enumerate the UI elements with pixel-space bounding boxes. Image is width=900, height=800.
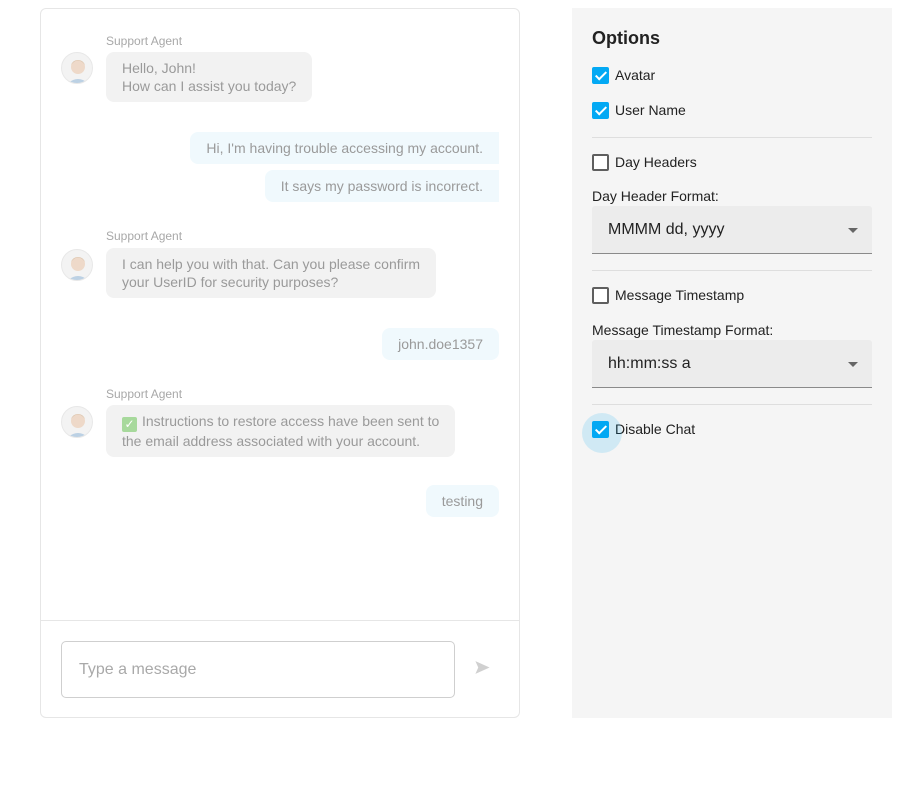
message-timestamp-option-label: Message Timestamp [615,287,745,303]
message-timestamp-checkbox[interactable] [592,286,609,304]
message-composer [41,620,519,717]
message-timestamp-format-label: Message Timestamp Format: [592,322,774,338]
message-text: Hello, John! [122,60,196,76]
outgoing-message-bubble: It says my password is incorrect. [264,170,499,202]
agent-avatar [61,249,93,281]
message-timestamp-format-select[interactable]: hh:mm:ss a [592,340,872,388]
disable-chat-option[interactable]: Disable Chat [582,412,696,453]
agent-name: Support Agent [106,229,183,243]
day-headers-option-label: Day Headers [615,154,697,170]
user-name-checkbox[interactable] [592,101,609,119]
dropdown-arrow-icon [848,362,858,367]
divider [592,137,872,138]
user-name-option-label: User Name [615,102,686,118]
message-text: your UserID for security purposes? [122,274,339,290]
message-text: john.doe1357 [398,336,483,352]
incoming-message-bubble: ✓ Instructions to restore access have bee… [106,405,456,457]
options-title: Options [592,28,660,48]
incoming-message-bubble: Hello, John! How can I assist you today? [106,52,313,102]
outgoing-message-bubble: Hi, I'm having trouble accessing my acco… [190,132,499,164]
message-text: the email address associated with your a… [122,433,421,449]
person-icon [68,60,88,83]
message-input[interactable] [61,641,455,698]
agent-name: Support Agent [106,387,183,401]
outgoing-message-bubble: john.doe1357 [382,328,499,360]
message-text: I can help you with that. Can you please… [122,256,421,272]
check-mark-icon: ✓ [122,417,137,432]
user-name-option[interactable]: User Name [592,100,686,120]
day-headers-option[interactable]: Day Headers [592,152,697,172]
options-panel: Options Avatar User Name Day Headers Day… [572,8,892,718]
chat-panel: Support Agent Hello, John! How can I ass… [40,8,520,718]
agent-avatar [61,406,93,438]
message-text: Instructions to restore access have been… [142,413,440,429]
person-icon [68,257,88,280]
message-line: ✓ Instructions to restore access have bee… [122,412,439,432]
send-button[interactable] [471,657,493,681]
divider [592,270,872,271]
select-value: hh:mm:ss a [608,355,691,372]
person-icon [68,414,88,437]
divider [592,404,872,405]
select-value: MMMM dd, yyyy [608,221,725,238]
avatar-option[interactable]: Avatar [592,65,655,85]
outgoing-message-bubble: testing [425,485,499,517]
disable-chat-option-label: Disable Chat [615,421,696,437]
day-header-format-label: Day Header Format: [592,188,719,204]
message-text: It says my password is incorrect. [280,178,483,194]
message-timestamp-option[interactable]: Message Timestamp [592,285,744,305]
send-icon [474,661,490,674]
message-text: testing [441,493,483,509]
focus-ring [582,412,622,453]
dropdown-arrow-icon [848,228,858,233]
day-header-format-select[interactable]: MMMM dd, yyyy [592,206,872,254]
message-list: Support Agent Hello, John! How can I ass… [41,9,519,620]
disable-chat-checkbox[interactable] [582,412,622,453]
message-text: How can I assist you today? [122,78,297,94]
avatar-option-label: Avatar [615,67,656,83]
agent-avatar [61,52,93,84]
incoming-message-bubble: I can help you with that. Can you please… [106,248,437,298]
avatar-checkbox[interactable] [592,66,609,84]
day-headers-checkbox[interactable] [592,153,609,171]
message-text: Hi, I'm having trouble accessing my acco… [206,140,483,156]
agent-name: Support Agent [106,34,183,48]
